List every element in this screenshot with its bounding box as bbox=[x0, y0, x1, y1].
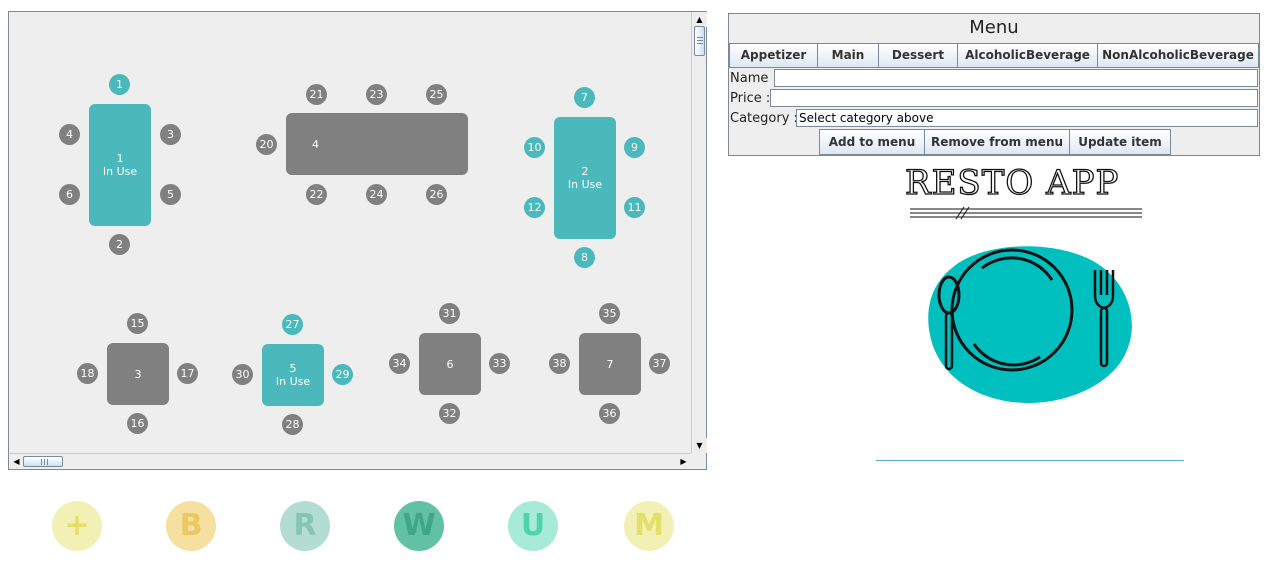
table-7[interactable]: 7 bbox=[579, 333, 641, 395]
scroll-left-arrow-icon[interactable]: ◀ bbox=[9, 454, 24, 469]
legend-b-icon[interactable]: B bbox=[166, 501, 216, 551]
seat-3[interactable]: 3 bbox=[160, 124, 181, 145]
category-field[interactable]: Select category above bbox=[796, 109, 1258, 127]
divider-line bbox=[876, 460, 1184, 461]
seat-21[interactable]: 21 bbox=[306, 84, 327, 105]
table-4[interactable]: 4 bbox=[286, 113, 468, 175]
seat-36[interactable]: 36 bbox=[599, 403, 620, 424]
seat-31[interactable]: 31 bbox=[439, 303, 460, 324]
legend-add-icon[interactable]: + bbox=[52, 501, 102, 551]
legend-letter: + bbox=[64, 508, 90, 543]
seat-25[interactable]: 25 bbox=[426, 84, 447, 105]
menu-title: Menu bbox=[969, 17, 1019, 38]
legend-r-icon[interactable]: R bbox=[280, 501, 330, 551]
thumb-grip bbox=[697, 40, 703, 41]
table-5[interactable]: 5 In Use bbox=[262, 344, 324, 406]
seat-7[interactable]: 7 bbox=[574, 87, 595, 108]
table-status: In Use bbox=[102, 165, 138, 178]
seat-24[interactable]: 24 bbox=[366, 184, 387, 205]
seat-20[interactable]: 20 bbox=[256, 134, 277, 155]
scroll-up-arrow-icon[interactable]: ▲ bbox=[692, 12, 707, 27]
category-label: Category : bbox=[730, 111, 798, 126]
seat-38[interactable]: 38 bbox=[549, 353, 570, 374]
scroll-down-arrow-icon[interactable]: ▼ bbox=[692, 438, 707, 453]
seat-9[interactable]: 9 bbox=[624, 137, 645, 158]
seat-12[interactable]: 12 bbox=[524, 197, 545, 218]
category-main-button[interactable]: Main bbox=[817, 43, 879, 68]
thumb-grip bbox=[47, 459, 48, 465]
table-number: 4 bbox=[312, 137, 319, 151]
seat-5[interactable]: 5 bbox=[160, 184, 181, 205]
floor-plan-area: 1 In Use 1 2 3 4 5 6 4 20 21 22 23 24 25… bbox=[9, 12, 691, 453]
seat-17[interactable]: 17 bbox=[177, 363, 198, 384]
vertical-scroll-thumb[interactable] bbox=[694, 26, 705, 56]
table-number: 1 bbox=[116, 152, 124, 165]
seat-15[interactable]: 15 bbox=[127, 313, 148, 334]
legend-u-icon[interactable]: U bbox=[508, 501, 558, 551]
price-field[interactable] bbox=[770, 89, 1258, 107]
logo-underline-icon bbox=[910, 206, 1142, 220]
thumb-grip bbox=[44, 459, 45, 465]
name-label: Name : bbox=[730, 71, 777, 86]
seat-30[interactable]: 30 bbox=[232, 364, 253, 385]
name-field[interactable] bbox=[774, 69, 1258, 87]
category-alcoholic-beverage-button[interactable]: AlcoholicBeverage bbox=[957, 43, 1098, 68]
table-6[interactable]: 6 bbox=[419, 333, 481, 395]
app-logo-title: RESTO APP bbox=[904, 162, 1120, 203]
plate-fork-spoon-icon bbox=[928, 246, 1132, 403]
legend-w-icon[interactable]: W bbox=[394, 501, 444, 551]
thumb-grip bbox=[697, 37, 703, 38]
table-status: In Use bbox=[275, 375, 311, 388]
remove-from-menu-button[interactable]: Remove from menu bbox=[924, 129, 1070, 155]
scroll-right-arrow-icon[interactable]: ▶ bbox=[676, 454, 691, 469]
seat-6[interactable]: 6 bbox=[59, 184, 80, 205]
seat-10[interactable]: 10 bbox=[524, 137, 545, 158]
legend-letter: R bbox=[293, 508, 317, 543]
seat-22[interactable]: 22 bbox=[306, 184, 327, 205]
seat-27[interactable]: 27 bbox=[282, 314, 303, 335]
menu-panel: Menu Appetizer Main Dessert AlcoholicBev… bbox=[728, 13, 1260, 156]
vertical-scrollbar[interactable]: ▲ ▼ bbox=[691, 12, 707, 453]
update-item-button[interactable]: Update item bbox=[1069, 129, 1171, 155]
seat-2[interactable]: 2 bbox=[109, 234, 130, 255]
table-number: 5 bbox=[289, 362, 297, 375]
table-number: 6 bbox=[446, 357, 454, 371]
price-label: Price : bbox=[730, 91, 771, 106]
seat-37[interactable]: 37 bbox=[649, 353, 670, 374]
table-3[interactable]: 3 bbox=[107, 343, 169, 405]
seat-8[interactable]: 8 bbox=[574, 247, 595, 268]
thumb-grip bbox=[41, 459, 42, 465]
seat-28[interactable]: 28 bbox=[282, 414, 303, 435]
legend-m-icon[interactable]: M bbox=[624, 501, 674, 551]
thumb-grip bbox=[697, 43, 703, 44]
table-1[interactable]: 1 In Use bbox=[89, 104, 151, 226]
seat-16[interactable]: 16 bbox=[127, 413, 148, 434]
table-2[interactable]: 2 In Use bbox=[554, 117, 616, 239]
legend-letter: U bbox=[520, 508, 546, 543]
category-dessert-button[interactable]: Dessert bbox=[878, 43, 958, 68]
seat-23[interactable]: 23 bbox=[366, 84, 387, 105]
legend-letter: M bbox=[634, 508, 664, 543]
horizontal-scroll-thumb[interactable] bbox=[23, 456, 63, 467]
seat-32[interactable]: 32 bbox=[439, 403, 460, 424]
table-number: 7 bbox=[606, 357, 614, 371]
horizontal-scrollbar[interactable]: ◀ ▶ bbox=[9, 453, 691, 469]
add-to-menu-button[interactable]: Add to menu bbox=[819, 129, 925, 155]
table-number: 2 bbox=[581, 165, 589, 178]
legend-letter: B bbox=[179, 508, 203, 543]
table-status: In Use bbox=[567, 178, 603, 191]
legend-letter: W bbox=[402, 508, 436, 543]
seat-29[interactable]: 29 bbox=[332, 364, 353, 385]
seat-35[interactable]: 35 bbox=[599, 303, 620, 324]
seat-34[interactable]: 34 bbox=[389, 353, 410, 374]
seat-33[interactable]: 33 bbox=[489, 353, 510, 374]
seat-26[interactable]: 26 bbox=[426, 184, 447, 205]
seat-4[interactable]: 4 bbox=[59, 124, 80, 145]
category-nonalcoholic-beverage-button[interactable]: NonAlcoholicBeverage bbox=[1097, 43, 1259, 68]
seat-11[interactable]: 11 bbox=[624, 197, 645, 218]
table-number: 3 bbox=[134, 367, 142, 381]
seat-1[interactable]: 1 bbox=[109, 74, 130, 95]
seat-18[interactable]: 18 bbox=[77, 363, 98, 384]
category-appetizer-button[interactable]: Appetizer bbox=[729, 43, 818, 68]
